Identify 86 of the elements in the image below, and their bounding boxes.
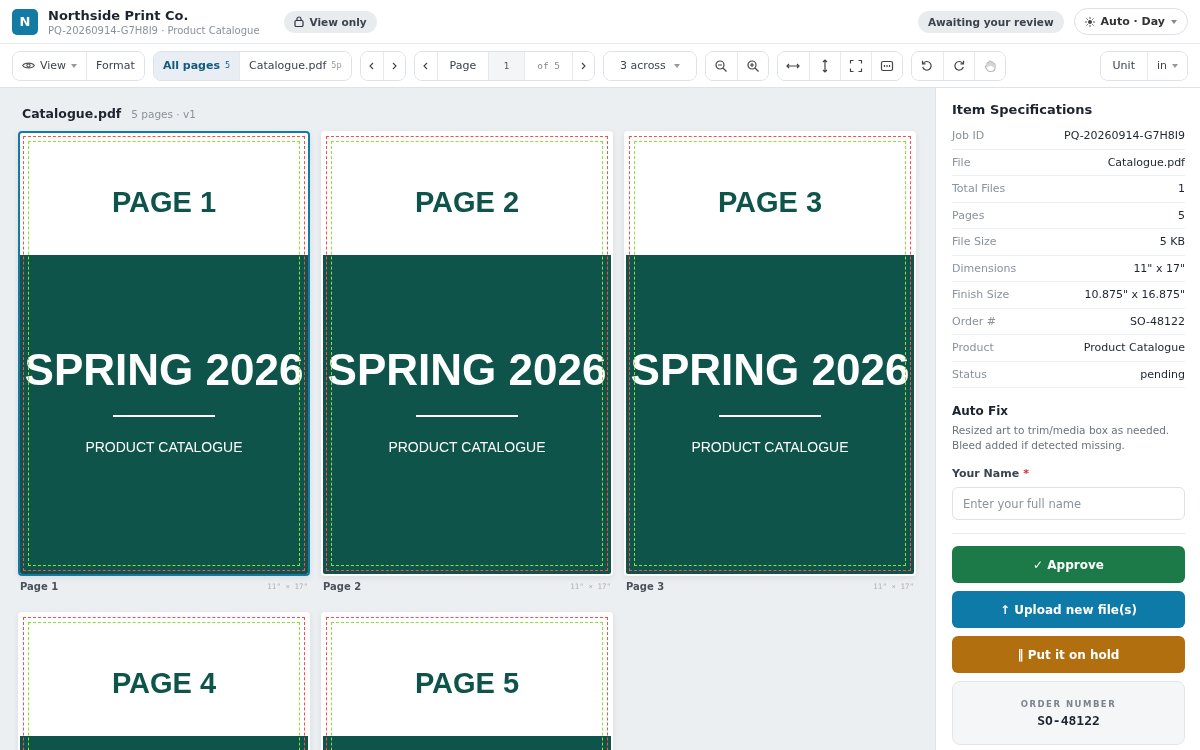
- company-name: Northside Print Co.: [48, 7, 190, 23]
- spec-value: 10.875" x 16.875": [1084, 288, 1185, 302]
- spec-label: Status: [952, 367, 988, 381]
- page-caption: Page 2: [323, 581, 362, 592]
- auto-fix-text: Resized art to trim/media box as needed. Bleed added if detected missing.: [952, 423, 1171, 453]
- spec-label: File: [952, 155, 971, 169]
- chevron-right-icon: [581, 61, 587, 70]
- page-subtitle: PRODUCT CATALOGUE: [388, 439, 546, 455]
- page-subtitle: PRODUCT CATALOGUE: [691, 439, 849, 455]
- spec-label: File Size: [952, 235, 997, 249]
- order-number-label: ORDER NUMBER: [1020, 698, 1117, 709]
- approve-button[interactable]: ✓ Approve: [952, 546, 1185, 583]
- page-title: PAGE 1: [111, 184, 217, 219]
- page-headline: SPRING 2026: [24, 345, 304, 395]
- page-caption: Page 3: [626, 581, 665, 592]
- page-title: PAGE 2: [414, 184, 520, 219]
- job-subtitle: PQ-20260914-G7H8I9 · Product Catalogue: [48, 24, 260, 36]
- spec-value: 5 KB: [1159, 235, 1185, 249]
- page-thumbnail[interactable]: PAGE 3 SPRING 2026 PRODUCT CATALOGUE: [624, 131, 916, 576]
- screen-icon: [879, 58, 894, 73]
- spec-value: 11" x 17": [1133, 261, 1185, 275]
- zoom-in-button[interactable]: [736, 51, 768, 80]
- caret-icon: [1171, 19, 1177, 24]
- spec-label: Total Files: [952, 182, 1006, 196]
- theme-menu[interactable]: Auto · Day: [1073, 8, 1188, 35]
- chevron-right-icon: [391, 61, 397, 70]
- page-title: PAGE 5: [414, 665, 520, 700]
- page-title: PAGE 3: [717, 184, 823, 219]
- status-badge: Awaiting your review: [917, 10, 1064, 33]
- logo: N: [12, 8, 38, 35]
- spec-value: 5: [1178, 208, 1185, 222]
- field-label: Your Name: [952, 467, 1020, 480]
- required-mark: *: [1023, 467, 1029, 480]
- caret-icon: [673, 63, 680, 68]
- page-title: PAGE 4: [111, 665, 217, 700]
- page-number-field[interactable]: 1: [488, 51, 525, 80]
- fullscreen-icon: [848, 58, 863, 73]
- file-tab[interactable]: Catalogue.pdf $^{5p}$: [239, 51, 351, 80]
- caret-icon: [71, 63, 78, 68]
- section-title: Auto Fix: [952, 404, 1010, 418]
- page-subtitle: PRODUCT CATALOGUE: [85, 439, 243, 455]
- page-headline: SPRING 2026: [630, 345, 910, 395]
- spec-value: 1: [1178, 182, 1185, 196]
- layout-menu[interactable]: 3 across: [604, 51, 696, 80]
- name-field[interactable]: Enter your full name: [952, 487, 1185, 520]
- chevron-left-icon: [423, 61, 429, 70]
- file-tab[interactable]: All pages $^{5}$: [153, 51, 240, 80]
- page-headline: SPRING 2026: [327, 345, 607, 395]
- lock-icon: [293, 16, 304, 27]
- sun-icon: [1084, 16, 1095, 27]
- page-thumbnail[interactable]: PAGE 4: [18, 612, 310, 750]
- document-name: Catalogue.pdf: [22, 106, 122, 121]
- rotate-left-icon: [920, 58, 935, 73]
- spec-label: Pages: [952, 208, 985, 222]
- hold-button[interactable]: ‖ Put it on hold: [952, 636, 1185, 673]
- spec-value: PQ-20260914-G7H8I9: [1064, 129, 1185, 143]
- spec-label: Finish Size: [952, 288, 1010, 302]
- rotate-right-icon: [951, 58, 966, 73]
- spec-value: Product Catalogue: [1083, 341, 1185, 355]
- spec-label: Dimensions: [952, 261, 1017, 275]
- eye-icon: [22, 61, 35, 70]
- page-thumbnail[interactable]: PAGE 2 SPRING 2026 PRODUCT CATALOGUE: [321, 131, 613, 576]
- access-label: View only: [309, 15, 367, 28]
- page-thumbnail[interactable]: PAGE 5: [321, 612, 613, 750]
- zoom-in-icon: [745, 58, 760, 73]
- order-number: SO-48122: [1037, 712, 1100, 728]
- chevron-left-icon: [369, 61, 375, 70]
- spec-label: Order #: [952, 314, 996, 328]
- spec-value: Catalogue.pdf: [1107, 155, 1185, 169]
- panel-title: Item Specifications: [952, 102, 1094, 117]
- screen-button[interactable]: [870, 51, 902, 80]
- caret-icon: [1172, 63, 1178, 68]
- spec-label: Job ID: [952, 129, 985, 143]
- next-button[interactable]: [382, 51, 405, 80]
- spec-label: Product: [952, 341, 994, 355]
- unit-menu[interactable]: in: [1146, 51, 1187, 80]
- page-thumbnail[interactable]: PAGE 1 SPRING 2026 PRODUCT CATALOGUE: [18, 131, 310, 576]
- zoom-out-icon: [714, 58, 729, 73]
- page-caption: Page 1: [20, 581, 59, 592]
- document-meta: 5 pages · v1: [131, 108, 196, 120]
- spec-value: SO-48122: [1130, 314, 1185, 328]
- hand-icon: [982, 58, 997, 73]
- spec-value: pending: [1140, 367, 1185, 381]
- upload-button[interactable]: ↑ Upload new file(s): [952, 591, 1185, 628]
- format-button[interactable]: Format: [86, 51, 144, 80]
- next-page-button[interactable]: [572, 51, 595, 80]
